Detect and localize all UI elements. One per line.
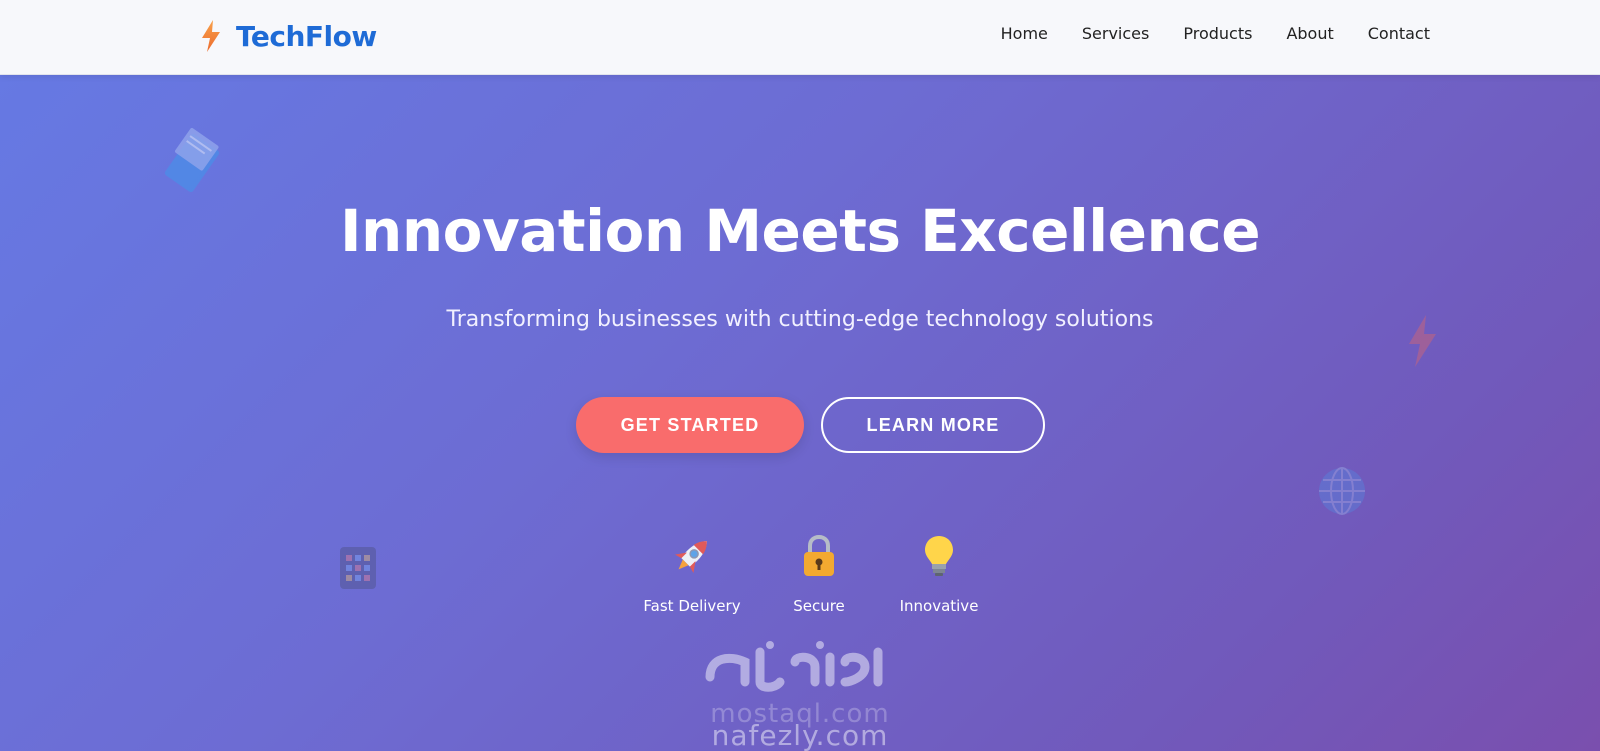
feature-label: Innovative: [899, 597, 979, 615]
feature-fast-delivery: Fast Delivery: [622, 533, 762, 615]
nav-services-link[interactable]: Services: [1082, 22, 1149, 46]
rocket-icon: [675, 541, 707, 573]
main-nav: Home Services Products About Contact: [1001, 22, 1430, 46]
brand-name: TechFlow: [236, 19, 377, 53]
feature-label: Fast Delivery: [643, 597, 741, 615]
nav-home-link[interactable]: Home: [1001, 22, 1048, 46]
get-started-button[interactable]: GET STARTED: [576, 397, 804, 453]
nav-products-link[interactable]: Products: [1183, 22, 1252, 46]
lightning-bolt-icon: [202, 20, 220, 52]
learn-more-button[interactable]: LEARN MORE: [821, 397, 1045, 453]
app-grid-icon: [340, 547, 376, 589]
watermark-text: nafezly.com: [711, 719, 889, 751]
hero-title: Innovation Meets Excellence: [339, 197, 1261, 265]
brand-logo[interactable]: TechFlow: [200, 16, 377, 56]
feature-label: Secure: [793, 597, 845, 615]
nav-about-link[interactable]: About: [1286, 22, 1333, 46]
lock-icon: [804, 534, 834, 576]
nav-contact-link[interactable]: Contact: [1368, 22, 1430, 46]
globe-icon: [1319, 467, 1365, 515]
watermark: mostaql.com nafezly.com: [700, 635, 900, 751]
feature-innovative: Innovative: [869, 533, 1009, 615]
hero-subtitle: Transforming businesses with cutting-edg…: [446, 307, 1154, 332]
tablet-icon: [164, 128, 220, 193]
watermark-logo-mark: [705, 641, 883, 692]
feature-secure: Secure: [749, 533, 889, 615]
top-navbar: TechFlow Home Services Products About Co…: [0, 0, 1600, 75]
hero-section: Innovation Meets Excellence Transforming…: [0, 75, 1600, 751]
lightbulb-icon: [925, 536, 953, 576]
